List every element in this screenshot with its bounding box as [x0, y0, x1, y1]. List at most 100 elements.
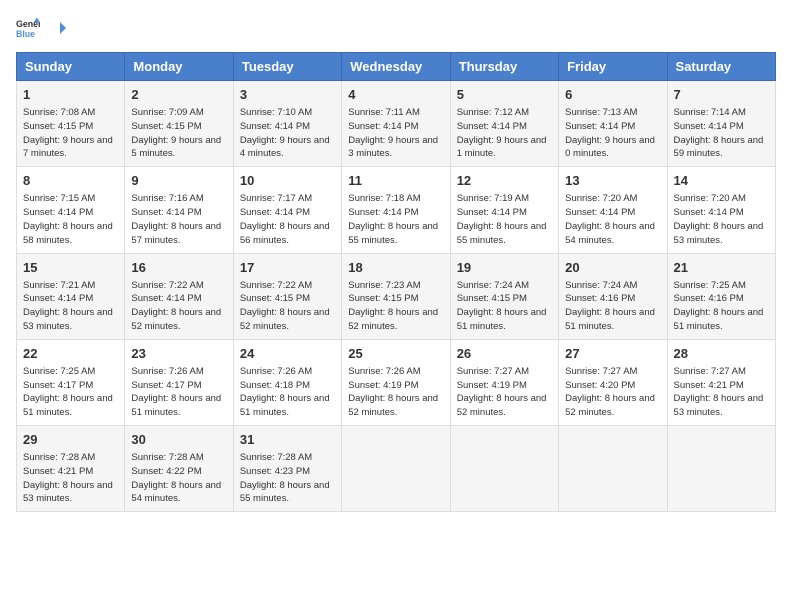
day-number: 22 — [23, 345, 118, 363]
header: General Blue — [16, 16, 776, 40]
week-row-3: 15 Sunrise: 7:21 AMSunset: 4:14 PMDayligh… — [17, 253, 776, 339]
day-number: 20 — [565, 259, 660, 277]
calendar-cell: 24 Sunrise: 7:26 AMSunset: 4:18 PMDayligh… — [233, 339, 341, 425]
calendar-cell: 11 Sunrise: 7:18 AMSunset: 4:14 PMDayligh… — [342, 167, 450, 253]
day-number: 9 — [131, 172, 226, 190]
day-info: Sunrise: 7:28 AMSunset: 4:21 PMDaylight:… — [23, 451, 118, 506]
day-info: Sunrise: 7:12 AMSunset: 4:14 PMDaylight:… — [457, 106, 552, 161]
header-row: SundayMondayTuesdayWednesdayThursdayFrid… — [17, 53, 776, 81]
day-number: 18 — [348, 259, 443, 277]
day-number: 7 — [674, 86, 769, 104]
day-number: 31 — [240, 431, 335, 449]
calendar-cell: 22 Sunrise: 7:25 AMSunset: 4:17 PMDayligh… — [17, 339, 125, 425]
day-info: Sunrise: 7:28 AMSunset: 4:23 PMDaylight:… — [240, 451, 335, 506]
day-info: Sunrise: 7:08 AMSunset: 4:15 PMDaylight:… — [23, 106, 118, 161]
day-number: 30 — [131, 431, 226, 449]
calendar-cell: 15 Sunrise: 7:21 AMSunset: 4:14 PMDayligh… — [17, 253, 125, 339]
day-info: Sunrise: 7:26 AMSunset: 4:19 PMDaylight:… — [348, 365, 443, 420]
calendar-cell: 9Sunrise: 7:16 AMSunset: 4:14 PMDaylight… — [125, 167, 233, 253]
day-number: 10 — [240, 172, 335, 190]
day-number: 1 — [23, 86, 118, 104]
day-info: Sunrise: 7:27 AMSunset: 4:19 PMDaylight:… — [457, 365, 552, 420]
day-number: 15 — [23, 259, 118, 277]
calendar-cell — [342, 426, 450, 512]
day-number: 11 — [348, 172, 443, 190]
day-info: Sunrise: 7:14 AMSunset: 4:14 PMDaylight:… — [674, 106, 769, 161]
calendar-cell: 29Sunrise: 7:28 AMSunset: 4:21 PMDayligh… — [17, 426, 125, 512]
calendar-cell — [559, 426, 667, 512]
day-number: 6 — [565, 86, 660, 104]
week-row-5: 29Sunrise: 7:28 AMSunset: 4:21 PMDayligh… — [17, 426, 776, 512]
column-header-saturday: Saturday — [667, 53, 775, 81]
calendar-cell: 7 Sunrise: 7:14 AMSunset: 4:14 PMDaylight… — [667, 81, 775, 167]
calendar-cell: 1 Sunrise: 7:08 AMSunset: 4:15 PMDaylight… — [17, 81, 125, 167]
day-info: Sunrise: 7:21 AMSunset: 4:14 PMDaylight:… — [23, 279, 118, 334]
calendar-cell: 12 Sunrise: 7:19 AMSunset: 4:14 PMDayligh… — [450, 167, 558, 253]
day-info: Sunrise: 7:11 AMSunset: 4:14 PMDaylight:… — [348, 106, 443, 161]
calendar-cell: 14Sunrise: 7:20 AMSunset: 4:14 PMDayligh… — [667, 167, 775, 253]
day-info: Sunrise: 7:25 AMSunset: 4:16 PMDaylight:… — [674, 279, 769, 334]
calendar-cell: 3Sunrise: 7:10 AMSunset: 4:14 PMDaylight… — [233, 81, 341, 167]
calendar-cell: 10 Sunrise: 7:17 AMSunset: 4:14 PMDayligh… — [233, 167, 341, 253]
calendar-cell — [450, 426, 558, 512]
day-number: 17 — [240, 259, 335, 277]
calendar-cell: 30 Sunrise: 7:28 AMSunset: 4:22 PMDayligh… — [125, 426, 233, 512]
day-info: Sunrise: 7:24 AMSunset: 4:16 PMDaylight:… — [565, 279, 660, 334]
calendar-cell: 19 Sunrise: 7:24 AMSunset: 4:15 PMDayligh… — [450, 253, 558, 339]
calendar-cell: 31 Sunrise: 7:28 AMSunset: 4:23 PMDayligh… — [233, 426, 341, 512]
day-number: 24 — [240, 345, 335, 363]
calendar-cell: 23 Sunrise: 7:26 AMSunset: 4:17 PMDayligh… — [125, 339, 233, 425]
day-info: Sunrise: 7:24 AMSunset: 4:15 PMDaylight:… — [457, 279, 552, 334]
calendar-cell: 4 Sunrise: 7:11 AMSunset: 4:14 PMDaylight… — [342, 81, 450, 167]
day-number: 12 — [457, 172, 552, 190]
day-info: Sunrise: 7:13 AMSunset: 4:14 PMDaylight:… — [565, 106, 660, 161]
calendar-table: SundayMondayTuesdayWednesdayThursdayFrid… — [16, 52, 776, 512]
day-number: 8 — [23, 172, 118, 190]
day-number: 21 — [674, 259, 769, 277]
day-info: Sunrise: 7:26 AMSunset: 4:17 PMDaylight:… — [131, 365, 226, 420]
day-number: 13 — [565, 172, 660, 190]
day-info: Sunrise: 7:19 AMSunset: 4:14 PMDaylight:… — [457, 192, 552, 247]
calendar-cell: 2 Sunrise: 7:09 AMSunset: 4:15 PMDaylight… — [125, 81, 233, 167]
day-number: 25 — [348, 345, 443, 363]
day-number: 4 — [348, 86, 443, 104]
day-info: Sunrise: 7:15 AMSunset: 4:14 PMDaylight:… — [23, 192, 118, 247]
day-info: Sunrise: 7:26 AMSunset: 4:18 PMDaylight:… — [240, 365, 335, 420]
svg-text:Blue: Blue — [16, 29, 35, 39]
day-number: 5 — [457, 86, 552, 104]
day-number: 23 — [131, 345, 226, 363]
column-header-monday: Monday — [125, 53, 233, 81]
day-info: Sunrise: 7:25 AMSunset: 4:17 PMDaylight:… — [23, 365, 118, 420]
day-number: 16 — [131, 259, 226, 277]
day-info: Sunrise: 7:18 AMSunset: 4:14 PMDaylight:… — [348, 192, 443, 247]
day-info: Sunrise: 7:10 AMSunset: 4:14 PMDaylight:… — [240, 106, 335, 161]
logo-icon: General Blue — [16, 16, 40, 40]
calendar-cell: 25 Sunrise: 7:26 AMSunset: 4:19 PMDayligh… — [342, 339, 450, 425]
week-row-2: 8 Sunrise: 7:15 AMSunset: 4:14 PMDaylight… — [17, 167, 776, 253]
day-number: 27 — [565, 345, 660, 363]
calendar-cell: 28 Sunrise: 7:27 AMSunset: 4:21 PMDayligh… — [667, 339, 775, 425]
day-info: Sunrise: 7:20 AMSunset: 4:14 PMDaylight:… — [565, 192, 660, 247]
calendar-cell: 13 Sunrise: 7:20 AMSunset: 4:14 PMDayligh… — [559, 167, 667, 253]
week-row-1: 1 Sunrise: 7:08 AMSunset: 4:15 PMDaylight… — [17, 81, 776, 167]
day-info: Sunrise: 7:09 AMSunset: 4:15 PMDaylight:… — [131, 106, 226, 161]
day-number: 28 — [674, 345, 769, 363]
column-header-sunday: Sunday — [17, 53, 125, 81]
day-info: Sunrise: 7:23 AMSunset: 4:15 PMDaylight:… — [348, 279, 443, 334]
calendar-cell: 5 Sunrise: 7:12 AMSunset: 4:14 PMDaylight… — [450, 81, 558, 167]
day-number: 2 — [131, 86, 226, 104]
calendar-cell: 17Sunrise: 7:22 AMSunset: 4:15 PMDayligh… — [233, 253, 341, 339]
day-info: Sunrise: 7:27 AMSunset: 4:20 PMDaylight:… — [565, 365, 660, 420]
day-number: 26 — [457, 345, 552, 363]
column-header-tuesday: Tuesday — [233, 53, 341, 81]
calendar-cell: 20 Sunrise: 7:24 AMSunset: 4:16 PMDayligh… — [559, 253, 667, 339]
day-info: Sunrise: 7:22 AMSunset: 4:14 PMDaylight:… — [131, 279, 226, 334]
day-info: Sunrise: 7:17 AMSunset: 4:14 PMDaylight:… — [240, 192, 335, 247]
column-header-friday: Friday — [559, 53, 667, 81]
week-row-4: 22 Sunrise: 7:25 AMSunset: 4:17 PMDayligh… — [17, 339, 776, 425]
calendar-cell: 8 Sunrise: 7:15 AMSunset: 4:14 PMDaylight… — [17, 167, 125, 253]
day-info: Sunrise: 7:28 AMSunset: 4:22 PMDaylight:… — [131, 451, 226, 506]
day-number: 19 — [457, 259, 552, 277]
calendar-cell — [667, 426, 775, 512]
day-info: Sunrise: 7:27 AMSunset: 4:21 PMDaylight:… — [674, 365, 769, 420]
